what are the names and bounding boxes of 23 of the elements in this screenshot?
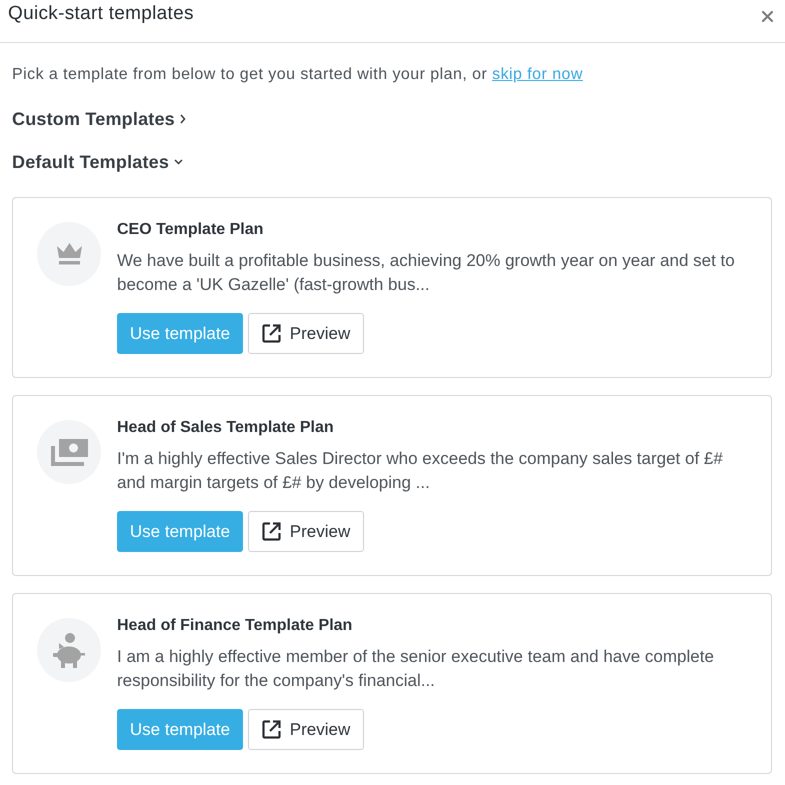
section-toggle[interactable]: Custom Templates [12,107,186,131]
template-description: I am a highly effective member of the senior executive team and have complete responsibility for the company's financial... [117,646,715,692]
close-button[interactable] [762,11,773,22]
preview-label: Preview [290,720,350,740]
intro-text: Pick a template from below to get you started with your plan, or skip for now [12,65,584,85]
template-description: I'm a highly effective Sales Director who exceeds the company sales target of £# and margin targets of £# by developing ... [117,448,724,494]
close-icon [762,11,773,22]
preview-label: Preview [290,324,350,344]
preview-button[interactable]: Preview [248,709,364,750]
chevron-right-icon [180,114,186,124]
preview-label: Preview [290,522,350,542]
external-link-icon [262,522,281,541]
template-description: We have built a profitable business, achieving 20% growth year on year and set to become a 'UK Gazelle' (fast-growth bus... [117,250,736,296]
preview-button[interactable]: Preview [248,511,364,552]
preview-button[interactable]: Preview [248,313,364,354]
dialog-title: Quick-start templates [8,3,194,25]
external-link-icon [262,324,281,343]
section-toggle[interactable]: Default Templates [12,150,184,174]
template-title: Head of Finance Template Plan [117,616,354,636]
template-title: Head of Sales Template Plan [117,418,335,438]
template-title: CEO Template Plan [117,220,264,240]
chevron-down-icon [174,159,184,165]
external-link-icon [262,720,281,739]
